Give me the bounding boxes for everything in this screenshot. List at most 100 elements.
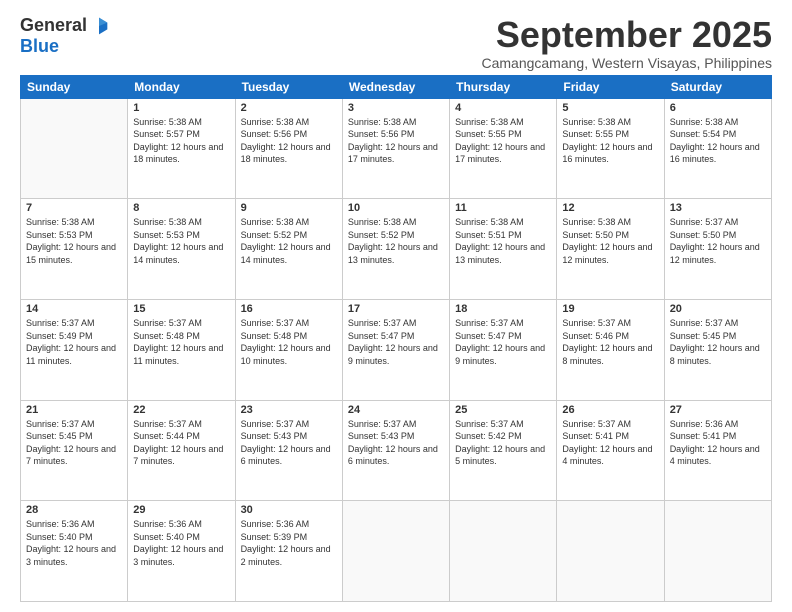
day-number: 15 bbox=[133, 303, 229, 315]
table-row: 25Sunrise: 5:37 AM Sunset: 5:42 PM Dayli… bbox=[450, 400, 557, 501]
table-row: 24Sunrise: 5:37 AM Sunset: 5:43 PM Dayli… bbox=[342, 400, 449, 501]
table-row: 13Sunrise: 5:37 AM Sunset: 5:50 PM Dayli… bbox=[664, 199, 771, 300]
day-number: 8 bbox=[133, 202, 229, 214]
calendar-table: Sunday Monday Tuesday Wednesday Thursday… bbox=[20, 75, 772, 602]
day-number: 1 bbox=[133, 102, 229, 114]
cell-info: Sunrise: 5:38 AM Sunset: 5:53 PM Dayligh… bbox=[26, 216, 122, 266]
table-row: 22 Sunrise: 5:37 AM Sunset: 5:44 PM Dayli… bbox=[128, 400, 235, 501]
table-row: 6 Sunrise: 5:38 AM Sunset: 5:54 PM Daylig… bbox=[664, 98, 771, 199]
logo-general: General bbox=[20, 15, 87, 36]
table-row: 4 Sunrise: 5:38 AM Sunset: 5:55 PM Daylig… bbox=[450, 98, 557, 199]
calendar-week-row: 21Sunrise: 5:37 AM Sunset: 5:45 PM Dayli… bbox=[21, 400, 772, 501]
table-row: 12Sunrise: 5:38 AM Sunset: 5:50 PM Dayli… bbox=[557, 199, 664, 300]
cell-info: Sunrise: 5:37 AM Sunset: 5:43 PM Dayligh… bbox=[241, 418, 337, 468]
day-number: 3 bbox=[348, 102, 444, 114]
cell-info: Sunrise: 5:37 AM Sunset: 5:47 PM Dayligh… bbox=[348, 317, 444, 367]
table-row: 23 Sunrise: 5:37 AM Sunset: 5:43 PM Dayli… bbox=[235, 400, 342, 501]
day-number: 10 bbox=[348, 202, 444, 214]
day-number: 23 bbox=[241, 404, 337, 416]
cell-info: Sunrise: 5:36 AM Sunset: 5:41 PM Dayligh… bbox=[670, 418, 766, 468]
location-title: Camangcamang, Western Visayas, Philippin… bbox=[481, 55, 772, 71]
table-row: 5 Sunrise: 5:38 AM Sunset: 5:55 PM Daylig… bbox=[557, 98, 664, 199]
cell-info: Sunrise: 5:38 AM Sunset: 5:55 PM Dayligh… bbox=[455, 116, 551, 166]
table-row bbox=[342, 501, 449, 602]
table-row: 21Sunrise: 5:37 AM Sunset: 5:45 PM Dayli… bbox=[21, 400, 128, 501]
day-number: 16 bbox=[241, 303, 337, 315]
cell-info: Sunrise: 5:37 AM Sunset: 5:46 PM Dayligh… bbox=[562, 317, 658, 367]
cell-info: Sunrise: 5:36 AM Sunset: 5:39 PM Dayligh… bbox=[241, 518, 337, 568]
table-row: 16 Sunrise: 5:37 AM Sunset: 5:48 PM Dayli… bbox=[235, 299, 342, 400]
calendar-week-row: 7 Sunrise: 5:38 AM Sunset: 5:53 PM Daylig… bbox=[21, 199, 772, 300]
table-row: 28Sunrise: 5:36 AM Sunset: 5:40 PM Dayli… bbox=[21, 501, 128, 602]
day-number: 5 bbox=[562, 102, 658, 114]
cell-info: Sunrise: 5:38 AM Sunset: 5:51 PM Dayligh… bbox=[455, 216, 551, 266]
page: General Blue September 2025 Camangcamang… bbox=[0, 0, 792, 612]
cell-info: Sunrise: 5:37 AM Sunset: 5:44 PM Dayligh… bbox=[133, 418, 229, 468]
header-thursday: Thursday bbox=[450, 75, 557, 98]
cell-info: Sunrise: 5:38 AM Sunset: 5:50 PM Dayligh… bbox=[562, 216, 658, 266]
table-row bbox=[664, 501, 771, 602]
cell-info: Sunrise: 5:38 AM Sunset: 5:52 PM Dayligh… bbox=[348, 216, 444, 266]
header-sunday: Sunday bbox=[21, 75, 128, 98]
cell-info: Sunrise: 5:38 AM Sunset: 5:56 PM Dayligh… bbox=[241, 116, 337, 166]
table-row: 1 Sunrise: 5:38 AM Sunset: 5:57 PM Daylig… bbox=[128, 98, 235, 199]
cell-info: Sunrise: 5:37 AM Sunset: 5:48 PM Dayligh… bbox=[133, 317, 229, 367]
table-row: 3 Sunrise: 5:38 AM Sunset: 5:56 PM Daylig… bbox=[342, 98, 449, 199]
day-number: 22 bbox=[133, 404, 229, 416]
header-wednesday: Wednesday bbox=[342, 75, 449, 98]
day-number: 9 bbox=[241, 202, 337, 214]
logo-blue: Blue bbox=[20, 36, 59, 57]
cell-info: Sunrise: 5:38 AM Sunset: 5:54 PM Dayligh… bbox=[670, 116, 766, 166]
calendar-header-row: Sunday Monday Tuesday Wednesday Thursday… bbox=[21, 75, 772, 98]
day-number: 21 bbox=[26, 404, 122, 416]
cell-info: Sunrise: 5:37 AM Sunset: 5:47 PM Dayligh… bbox=[455, 317, 551, 367]
table-row: 14 Sunrise: 5:37 AM Sunset: 5:49 PM Dayli… bbox=[21, 299, 128, 400]
table-row: 29Sunrise: 5:36 AM Sunset: 5:40 PM Dayli… bbox=[128, 501, 235, 602]
table-row: 15 Sunrise: 5:37 AM Sunset: 5:48 PM Dayli… bbox=[128, 299, 235, 400]
calendar-week-row: 28Sunrise: 5:36 AM Sunset: 5:40 PM Dayli… bbox=[21, 501, 772, 602]
header-tuesday: Tuesday bbox=[235, 75, 342, 98]
table-row: 9 Sunrise: 5:38 AM Sunset: 5:52 PM Daylig… bbox=[235, 199, 342, 300]
cell-info: Sunrise: 5:38 AM Sunset: 5:56 PM Dayligh… bbox=[348, 116, 444, 166]
calendar-week-row: 1 Sunrise: 5:38 AM Sunset: 5:57 PM Daylig… bbox=[21, 98, 772, 199]
cell-info: Sunrise: 5:38 AM Sunset: 5:53 PM Dayligh… bbox=[133, 216, 229, 266]
day-number: 20 bbox=[670, 303, 766, 315]
cell-info: Sunrise: 5:37 AM Sunset: 5:48 PM Dayligh… bbox=[241, 317, 337, 367]
day-number: 18 bbox=[455, 303, 551, 315]
header: General Blue September 2025 Camangcamang… bbox=[20, 15, 772, 71]
cell-info: Sunrise: 5:37 AM Sunset: 5:49 PM Dayligh… bbox=[26, 317, 122, 367]
day-number: 27 bbox=[670, 404, 766, 416]
table-row: 19 Sunrise: 5:37 AM Sunset: 5:46 PM Dayli… bbox=[557, 299, 664, 400]
day-number: 14 bbox=[26, 303, 122, 315]
day-number: 28 bbox=[26, 504, 122, 516]
logo: General Blue bbox=[20, 15, 109, 57]
day-number: 7 bbox=[26, 202, 122, 214]
month-title: September 2025 bbox=[481, 15, 772, 55]
calendar-week-row: 14 Sunrise: 5:37 AM Sunset: 5:49 PM Dayli… bbox=[21, 299, 772, 400]
day-number: 19 bbox=[562, 303, 658, 315]
table-row: 8 Sunrise: 5:38 AM Sunset: 5:53 PM Daylig… bbox=[128, 199, 235, 300]
table-row: 10 Sunrise: 5:38 AM Sunset: 5:52 PM Dayli… bbox=[342, 199, 449, 300]
day-number: 4 bbox=[455, 102, 551, 114]
table-row: 27 Sunrise: 5:36 AM Sunset: 5:41 PM Dayli… bbox=[664, 400, 771, 501]
day-number: 11 bbox=[455, 202, 551, 214]
cell-info: Sunrise: 5:38 AM Sunset: 5:55 PM Dayligh… bbox=[562, 116, 658, 166]
table-row: 7 Sunrise: 5:38 AM Sunset: 5:53 PM Daylig… bbox=[21, 199, 128, 300]
day-number: 26 bbox=[562, 404, 658, 416]
table-row bbox=[21, 98, 128, 199]
table-row: 18 Sunrise: 5:37 AM Sunset: 5:47 PM Dayli… bbox=[450, 299, 557, 400]
table-row: 30Sunrise: 5:36 AM Sunset: 5:39 PM Dayli… bbox=[235, 501, 342, 602]
cell-info: Sunrise: 5:37 AM Sunset: 5:43 PM Dayligh… bbox=[348, 418, 444, 468]
table-row: 20Sunrise: 5:37 AM Sunset: 5:45 PM Dayli… bbox=[664, 299, 771, 400]
day-number: 29 bbox=[133, 504, 229, 516]
cell-info: Sunrise: 5:38 AM Sunset: 5:52 PM Dayligh… bbox=[241, 216, 337, 266]
table-row bbox=[450, 501, 557, 602]
header-friday: Friday bbox=[557, 75, 664, 98]
day-number: 2 bbox=[241, 102, 337, 114]
cell-info: Sunrise: 5:38 AM Sunset: 5:57 PM Dayligh… bbox=[133, 116, 229, 166]
day-number: 13 bbox=[670, 202, 766, 214]
table-row: 17Sunrise: 5:37 AM Sunset: 5:47 PM Dayli… bbox=[342, 299, 449, 400]
header-saturday: Saturday bbox=[664, 75, 771, 98]
day-number: 6 bbox=[670, 102, 766, 114]
table-row: 26Sunrise: 5:37 AM Sunset: 5:41 PM Dayli… bbox=[557, 400, 664, 501]
